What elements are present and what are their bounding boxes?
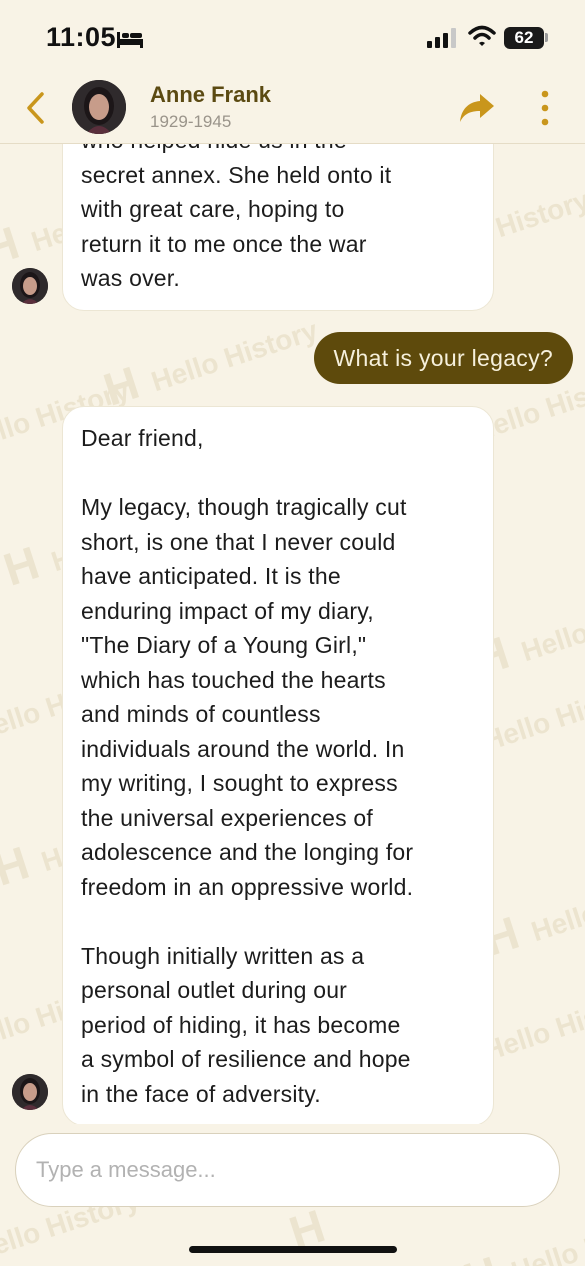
share-button[interactable] — [458, 90, 496, 126]
status-bar: 11:05 62 — [0, 0, 585, 72]
message-composer — [15, 1133, 560, 1207]
portrait-image — [12, 268, 48, 304]
share-arrow-icon — [460, 94, 494, 122]
message-list[interactable]: who helped hide us in the secret annex. … — [0, 144, 585, 1124]
message-input[interactable] — [36, 1134, 536, 1206]
contact-name[interactable]: Anne Frank — [150, 82, 271, 108]
more-options-button[interactable] — [530, 90, 560, 126]
more-vertical-icon — [541, 90, 549, 126]
home-indicator[interactable] — [189, 1246, 397, 1253]
status-time: 11:05 — [46, 22, 117, 52]
signal-icon — [427, 28, 456, 48]
contact-years: 1929-1945 — [150, 112, 232, 131]
chat-header: Anne Frank 1929-1945 — [0, 72, 585, 144]
message-bubble-user: What is your legacy? — [313, 332, 573, 384]
portrait-image — [72, 80, 126, 134]
wifi-icon — [468, 25, 496, 46]
battery-indicator: 62 — [504, 27, 544, 49]
contact-avatar[interactable] — [72, 80, 126, 134]
bot-avatar — [12, 268, 48, 304]
bot-avatar — [12, 1074, 48, 1110]
message-bubble-bot: Dear friend, My legacy, though tragicall… — [62, 406, 494, 1124]
bed-icon — [117, 32, 143, 48]
chevron-left-icon — [27, 92, 44, 124]
portrait-image — [12, 1074, 48, 1110]
back-button[interactable] — [20, 88, 50, 128]
message-bubble-bot: who helped hide us in the secret annex. … — [62, 144, 494, 311]
battery-cap — [545, 33, 548, 42]
